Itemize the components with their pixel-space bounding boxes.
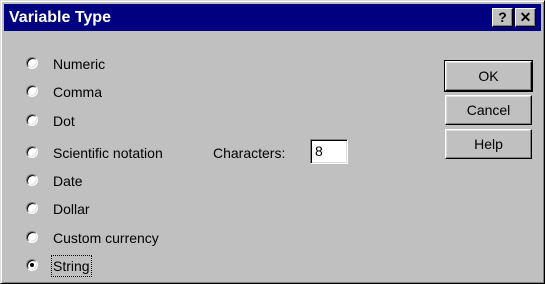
radio-label-numeric: Numeric [53,56,106,72]
radio-label-dot: Dot [53,113,75,129]
help-button[interactable]: Help [445,129,532,159]
variable-type-dialog: Variable Type ? ✕ Numeric Comma Dot Scie… [0,0,545,284]
dialog-title: Variable Type [9,9,111,26]
cancel-button[interactable]: Cancel [445,95,532,125]
radio-label-comma: Comma [53,84,103,100]
help-question-icon[interactable]: ? [492,8,513,27]
radio-button[interactable] [26,146,38,158]
radio-label-custom-currency: Custom currency [53,230,159,246]
title-bar[interactable]: Variable Type ? ✕ [4,4,541,31]
close-icon[interactable]: ✕ [515,8,536,27]
characters-label: Characters: [213,145,286,161]
radio-button[interactable] [26,202,38,214]
radio-button[interactable] [26,57,38,69]
radio-label-string: String [51,255,92,277]
radio-button[interactable] [26,85,38,97]
radio-button[interactable] [26,259,38,271]
radio-button[interactable] [26,231,38,243]
radio-button[interactable] [26,174,38,186]
radio-label-date: Date [53,173,83,189]
radio-label-dollar: Dollar [53,201,90,217]
ok-button[interactable]: OK [444,60,533,92]
radio-label-scientific-notation: Scientific notation [53,145,163,161]
radio-button[interactable] [26,114,38,126]
characters-input[interactable]: 8 [310,139,348,164]
